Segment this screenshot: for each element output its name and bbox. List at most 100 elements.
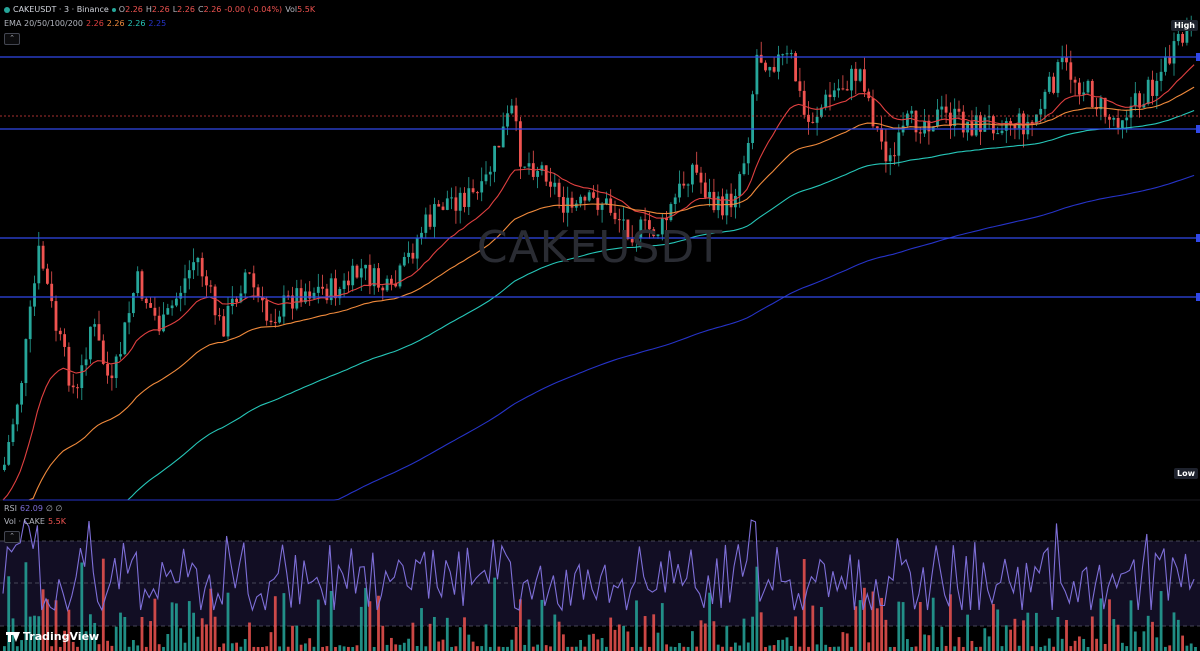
volume-bar xyxy=(226,592,230,651)
volume-bar xyxy=(415,645,419,651)
volume-bar xyxy=(1026,612,1030,651)
volume-bar xyxy=(841,632,845,651)
chart-canvas[interactable] xyxy=(0,0,1200,651)
volume-bar xyxy=(695,646,699,651)
volume-bar xyxy=(755,566,759,651)
candle-body xyxy=(1078,82,1081,95)
volume-bar xyxy=(1164,646,1167,651)
ohlc-vol-label: Vol xyxy=(285,5,298,14)
volume-bar xyxy=(1159,591,1163,651)
level-handle xyxy=(1196,293,1200,301)
volume-bar xyxy=(50,646,54,651)
chevron-up-icon: ⌃ xyxy=(9,532,15,540)
volume-bar xyxy=(265,646,269,651)
candle-body xyxy=(467,188,471,207)
symbol-legend[interactable]: CAKEUSDT · 3 · Binance O 2.26 H 2.26 L 2.26… xyxy=(4,4,315,15)
rsi-label[interactable]: RSI xyxy=(4,503,17,514)
symbol-title[interactable]: CAKEUSDT · 3 · Binance xyxy=(13,4,109,15)
volume-bar xyxy=(716,644,720,651)
candle-body xyxy=(243,272,247,294)
volume-bar xyxy=(734,642,737,651)
volume-bar xyxy=(540,599,544,651)
volume-legend[interactable]: Vol · CAKE 5.5K xyxy=(4,516,66,527)
candle-body xyxy=(888,155,892,162)
candle-body xyxy=(454,197,458,211)
ema-legend[interactable]: EMA 20/50/100/200 2.26 2.26 2.26 2.25 xyxy=(4,18,166,29)
candle-body xyxy=(235,298,238,303)
volume-bar xyxy=(235,642,238,651)
candle-body xyxy=(506,113,509,127)
volume-bar xyxy=(777,640,780,651)
candle-body xyxy=(587,192,591,201)
volume-bar xyxy=(1129,600,1133,651)
candle-body xyxy=(106,363,109,376)
ema-label[interactable]: EMA 20/50/100/200 xyxy=(4,18,83,29)
candle-body xyxy=(183,278,187,293)
volume-bar xyxy=(867,642,871,651)
candle-body xyxy=(1133,93,1137,106)
volume-bar xyxy=(278,646,281,651)
volume-bar xyxy=(372,646,376,651)
volume-bar xyxy=(1039,646,1043,651)
candle-body xyxy=(295,288,299,309)
candle-body xyxy=(179,292,183,299)
volume-bar xyxy=(1146,615,1150,651)
candle-body xyxy=(1039,108,1043,115)
candle-body xyxy=(136,271,140,294)
tradingview-logo[interactable]: TradingView xyxy=(6,630,99,643)
volume-bar xyxy=(863,587,866,651)
candle-body xyxy=(144,298,148,304)
volume-bar xyxy=(179,628,183,651)
volume-bar xyxy=(703,623,707,651)
volume-bar xyxy=(243,639,247,651)
volume-bar xyxy=(1121,642,1124,651)
candle-body xyxy=(67,346,71,386)
candle-body xyxy=(149,303,152,308)
volume-bar xyxy=(1112,619,1116,651)
candle-body xyxy=(953,108,957,127)
candle-body xyxy=(557,182,561,197)
volume-bar xyxy=(1043,645,1047,651)
candle-body xyxy=(875,126,879,129)
collapse-indicator-button[interactable]: ⌃ xyxy=(4,531,20,543)
candle-body xyxy=(1121,120,1124,128)
volume-bar xyxy=(286,646,290,651)
volume-bar xyxy=(549,646,552,651)
volume-bar xyxy=(875,608,879,651)
candle-body xyxy=(759,54,763,63)
candle-body xyxy=(209,285,213,287)
candle-body xyxy=(910,110,914,114)
volume-bar xyxy=(261,646,264,651)
candle-body xyxy=(893,155,896,157)
candle-body xyxy=(11,424,15,443)
volume-bar xyxy=(622,625,625,651)
volume-bar xyxy=(1013,618,1017,651)
volume-bar xyxy=(355,645,359,651)
candle-body xyxy=(278,316,281,323)
volume-bar xyxy=(312,646,316,651)
candle-body xyxy=(1116,117,1120,128)
candle-body xyxy=(342,280,346,290)
rsi-value: 62.09 xyxy=(20,504,43,513)
volume-bar xyxy=(643,616,647,651)
candle-body xyxy=(832,90,836,98)
volume-bar xyxy=(673,647,677,651)
candle-body xyxy=(1090,80,1094,107)
volume-bar xyxy=(471,641,475,651)
volume-bar xyxy=(897,601,901,651)
collapse-legend-button[interactable]: ⌃ xyxy=(4,33,20,45)
volume-bar xyxy=(845,633,849,651)
volume-bar xyxy=(463,617,466,651)
volume-bar xyxy=(1168,645,1172,651)
volume-label[interactable]: Vol · CAKE xyxy=(4,516,45,527)
volume-bar xyxy=(712,621,716,651)
candle-body xyxy=(549,181,552,187)
rsi-legend[interactable]: RSI 62.09 ∅ ∅ xyxy=(4,503,62,514)
volume-bar xyxy=(979,646,982,651)
volume-bar xyxy=(71,641,75,651)
ohlc-high: 2.26 xyxy=(151,5,170,14)
volume-bar xyxy=(927,635,931,651)
candle-body xyxy=(33,283,36,307)
volume-bar xyxy=(600,638,604,651)
volume-bar xyxy=(308,638,312,651)
